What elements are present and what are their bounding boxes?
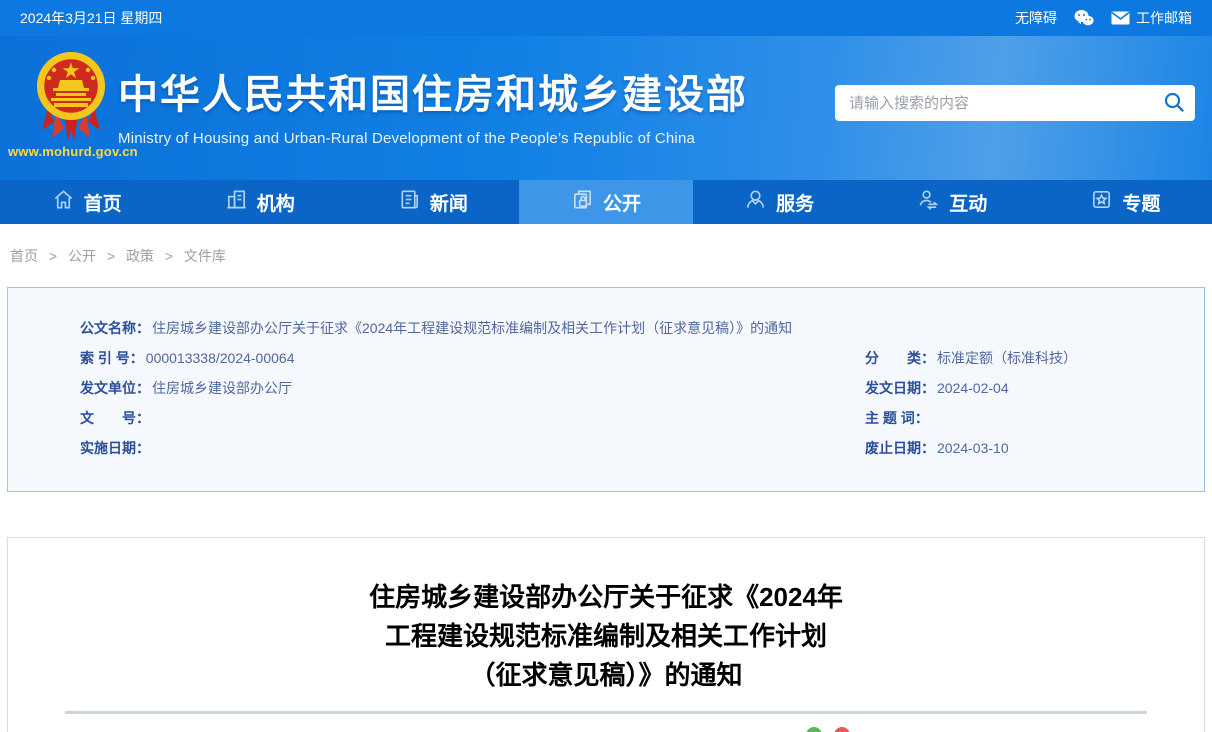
info-row: 实施日期： 废止日期： 2024-03-10: [80, 433, 1164, 463]
article-title-line: 住房城乡建设部办公厅关于征求《2024年: [369, 582, 843, 612]
site-header: www.mohurd.gov.cn 中华人民共和国住房和城乡建设部 Minist…: [0, 36, 1212, 180]
nav-item-interaction[interactable]: 互动: [866, 180, 1039, 224]
page: 2024年3月21日 星期四 无障碍 工作邮箱 www.mohurd.gov.c…: [0, 0, 1212, 732]
service-icon: [744, 188, 767, 217]
breadcrumb-separator: >: [164, 248, 174, 264]
home-icon: [52, 188, 75, 217]
index-number-label: 索 引 号：: [80, 350, 144, 366]
info-row: 文 号： 主 题 词：: [80, 403, 1164, 433]
china-national-emblem-icon: [34, 50, 108, 147]
organization-icon: [225, 188, 248, 217]
nav-item-topics[interactable]: 专题: [1039, 180, 1212, 224]
search-button[interactable]: [1163, 91, 1185, 116]
site-title: 中华人民共和国住房和城乡建设部: [118, 73, 748, 117]
nav-label: 公开: [602, 193, 641, 215]
topbar: 2024年3月21日 星期四 无障碍 工作邮箱: [0, 0, 1212, 36]
wechat-link[interactable]: [1073, 9, 1095, 27]
info-row: 发文单位： 住房城乡建设部办公厅 发文日期： 2024-02-04: [80, 373, 1164, 403]
topbar-date: 2024年3月21日 星期四: [20, 10, 163, 26]
article-title: 住房城乡建设部办公厅关于征求《2024年 工程建设规范标准编制及相关工作计划 （…: [8, 578, 1204, 695]
accessibility-link[interactable]: 无障碍: [1015, 8, 1057, 28]
search-icon: [1163, 91, 1185, 116]
document-info-card: 公文名称： 住房城乡建设部办公厅关于征求《2024年工程建设规范标准编制及相关工…: [7, 287, 1205, 492]
envelope-icon: [1111, 11, 1130, 25]
document-number-label: 文 号：: [80, 410, 150, 426]
breadcrumb-separator: >: [48, 248, 58, 264]
nav-item-home[interactable]: 首页: [0, 180, 173, 224]
search-box: [835, 85, 1195, 121]
issue-date-value: 2024-02-04: [937, 380, 1009, 396]
nav-label: 专题: [1122, 193, 1161, 215]
mailbox-link[interactable]: 工作邮箱: [1111, 8, 1192, 28]
nav-item-organization[interactable]: 机构: [173, 180, 346, 224]
nav-item-service[interactable]: 服务: [693, 180, 866, 224]
index-number-value: 000013338/2024-00064: [145, 350, 295, 366]
mailbox-label: 工作邮箱: [1136, 10, 1192, 26]
article-card: 住房城乡建设部办公厅关于征求《2024年 工程建设规范标准编制及相关工作计划 （…: [7, 537, 1205, 732]
nav-item-news[interactable]: 新闻: [346, 180, 519, 224]
issue-date-label: 发文日期：: [865, 380, 935, 396]
search-input[interactable]: [849, 94, 1163, 112]
nav-label: 服务: [776, 193, 815, 215]
breadcrumb-home[interactable]: 首页: [10, 248, 38, 264]
interaction-icon: [917, 188, 940, 217]
issuing-unit-label: 发文单位：: [80, 380, 150, 396]
doc-title-label: 公文名称：: [80, 320, 150, 336]
news-icon: [398, 188, 421, 217]
disclosure-icon: [571, 188, 594, 217]
wechat-share-icon[interactable]: [806, 727, 822, 732]
implementation-date-label: 实施日期：: [80, 440, 150, 456]
nav-label: 互动: [949, 193, 988, 215]
article-title-line: 工程建设规范标准编制及相关工作计划: [384, 621, 827, 651]
nav-label: 机构: [256, 193, 295, 215]
main-nav: 首页 机构 新闻 公开 服务 互动 专题: [0, 180, 1212, 224]
breadcrumb-separator: >: [106, 248, 116, 264]
info-row-title: 公文名称： 住房城乡建设部办公厅关于征求《2024年工程建设规范标准编制及相关工…: [80, 313, 1164, 343]
share-icons: [806, 727, 850, 732]
abolition-date-value: 2024-03-10: [937, 440, 1009, 456]
category-value: 标准定额（标准科技）: [937, 350, 1077, 366]
nav-label: 新闻: [429, 193, 468, 215]
topics-icon: [1090, 188, 1113, 217]
info-row: 索 引 号： 000013338/2024-00064 分 类： 标准定额（标准…: [80, 343, 1164, 373]
doc-title-value: 住房城乡建设部办公厅关于征求《2024年工程建设规范标准编制及相关工作计划（征求…: [152, 320, 793, 336]
nav-item-disclosure[interactable]: 公开: [519, 180, 693, 224]
title-divider: [65, 711, 1147, 714]
subject-words-label: 主 题 词：: [865, 410, 929, 426]
site-subtitle: Ministry of Housing and Urban-Rural Deve…: [118, 130, 696, 147]
abolition-date-label: 废止日期：: [865, 440, 935, 456]
category-label: 分 类：: [865, 350, 935, 366]
issuing-unit-value: 住房城乡建设部办公厅: [152, 380, 292, 396]
breadcrumb-policy[interactable]: 政策: [126, 248, 154, 264]
nav-label: 首页: [83, 193, 122, 215]
weibo-share-icon[interactable]: [834, 727, 850, 732]
wechat-icon: [1073, 9, 1095, 27]
breadcrumb-disclosure[interactable]: 公开: [68, 248, 96, 264]
breadcrumb-library: 文件库: [183, 248, 226, 264]
accessibility-label: 无障碍: [1015, 10, 1057, 26]
article-title-line: （征求意见稿）》的通知: [469, 660, 743, 690]
breadcrumb: 首页 > 公开 > 政策 > 文件库: [0, 224, 1212, 287]
